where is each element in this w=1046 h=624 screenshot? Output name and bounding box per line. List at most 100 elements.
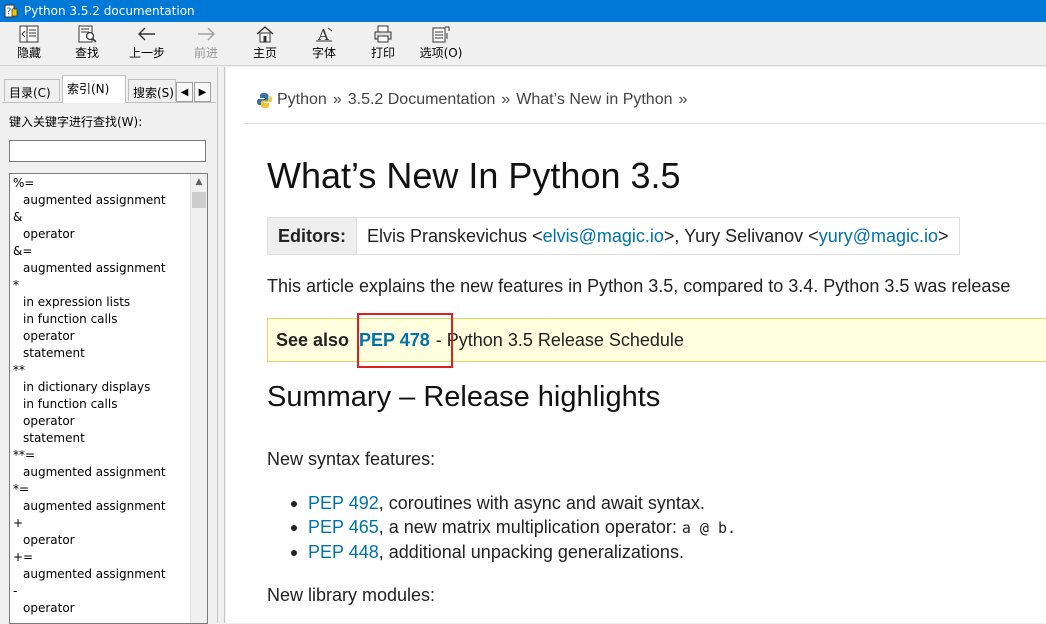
index-entry[interactable]: %= bbox=[13, 175, 207, 192]
list-item: PEP 492, coroutines with async and await… bbox=[291, 491, 736, 515]
font-label: 字体 bbox=[311, 46, 336, 60]
see-also-label: See also bbox=[276, 329, 350, 350]
index-entry[interactable]: statement bbox=[13, 345, 207, 362]
breadcrumb-documentation[interactable]: 3.5.2 Documentation bbox=[348, 91, 496, 109]
see-also-text: - Python 3.5 Release Schedule bbox=[435, 329, 684, 350]
pep-link[interactable]: PEP 448 bbox=[308, 542, 379, 562]
find-icon bbox=[77, 24, 97, 44]
home-button[interactable]: 主页 bbox=[240, 24, 290, 64]
editor-email-link[interactable]: yury@magic.io bbox=[819, 226, 938, 246]
tab-index-label: 索引(N) bbox=[67, 82, 110, 96]
pep-link[interactable]: PEP 465 bbox=[308, 517, 379, 537]
toolbar: 隐藏 查找 上一步 前进 主页 A 字体 打印 选项(O) bbox=[0, 22, 1046, 66]
pane-splitter[interactable] bbox=[219, 67, 225, 623]
scroll-up-icon[interactable]: ▲ bbox=[191, 174, 207, 191]
tab-index[interactable]: 索引(N) bbox=[62, 75, 126, 103]
list-item: PEP 448, additional unpacking generaliza… bbox=[291, 540, 736, 564]
editor-text: >, Yury Selivanov < bbox=[663, 226, 819, 246]
index-entry[interactable]: *= bbox=[13, 481, 207, 498]
index-entry[interactable]: &= bbox=[13, 243, 207, 260]
hide-label: 隐藏 bbox=[16, 46, 41, 60]
index-entry[interactable]: in function calls bbox=[13, 311, 207, 328]
forward-button[interactable]: 前进 bbox=[181, 24, 231, 64]
index-entry[interactable]: operator bbox=[13, 532, 207, 549]
breadcrumb-whats-new[interactable]: What’s New in Python bbox=[516, 91, 672, 109]
find-label: 查找 bbox=[74, 46, 99, 60]
list-item: PEP 465, a new matrix multiplication ope… bbox=[291, 515, 736, 540]
index-entry[interactable]: & bbox=[13, 209, 207, 226]
tab-search[interactable]: 搜索(S) bbox=[128, 79, 176, 101]
list-item-text: , additional unpacking generalizations. bbox=[378, 542, 684, 562]
index-entry[interactable]: in expression lists bbox=[13, 294, 207, 311]
index-entry[interactable]: augmented assignment bbox=[13, 192, 207, 209]
print-label: 打印 bbox=[370, 46, 395, 60]
index-entry[interactable]: operator bbox=[13, 413, 207, 430]
keyword-label: 键入关键字进行查找(W): bbox=[9, 115, 143, 129]
index-entry[interactable]: **= bbox=[13, 447, 207, 464]
breadcrumb-python[interactable]: Python bbox=[277, 91, 327, 109]
svg-text:?: ? bbox=[7, 7, 12, 17]
index-entry[interactable]: in function calls bbox=[13, 396, 207, 413]
index-list[interactable]: %= augmented assignment & operator &= augment… bbox=[9, 173, 208, 624]
index-entry[interactable]: ** bbox=[13, 362, 207, 379]
breadcrumb-divider bbox=[244, 123, 1046, 124]
svg-text:A: A bbox=[317, 26, 329, 43]
help-app-icon: ? bbox=[4, 4, 18, 18]
index-entry[interactable]: statement bbox=[13, 430, 207, 447]
index-entry[interactable]: + bbox=[13, 515, 207, 532]
index-entry[interactable]: += bbox=[13, 549, 207, 566]
see-also-box: See also PEP 478 - Python 3.5 Release Sc… bbox=[267, 318, 1046, 362]
hide-icon bbox=[19, 24, 39, 44]
index-entry[interactable]: augmented assignment bbox=[13, 498, 207, 515]
list-item-text: , coroutines with async and await syntax… bbox=[378, 493, 705, 513]
breadcrumb-separator: » bbox=[678, 91, 688, 108]
editors-value: Elvis Pranskevichus <elvis@magic.io>, Yu… bbox=[357, 218, 959, 254]
index-tab-panel: 键入关键字进行查找(W): %= augmented assignment & ope… bbox=[2, 102, 216, 624]
font-button[interactable]: A 字体 bbox=[299, 24, 349, 64]
index-entry[interactable]: in dictionary displays bbox=[13, 379, 207, 396]
nav-tabs: 目录(C) 索引(N) 搜索(S) ◀ ▶ bbox=[2, 75, 216, 103]
pep-link[interactable]: PEP 492 bbox=[308, 493, 379, 513]
editor-text: > bbox=[938, 226, 949, 246]
page-title: What’s New In Python 3.5 bbox=[267, 155, 681, 196]
find-button[interactable]: 查找 bbox=[62, 24, 112, 64]
tab-scroll-left-button[interactable]: ◀ bbox=[176, 82, 193, 102]
intro-paragraph: This article explains the new features i… bbox=[267, 276, 1011, 296]
tab-scroll-right-button[interactable]: ▶ bbox=[194, 82, 211, 102]
back-button[interactable]: 上一步 bbox=[122, 24, 172, 64]
options-icon bbox=[431, 24, 451, 44]
scroll-thumb[interactable] bbox=[192, 192, 206, 208]
print-button[interactable]: 打印 bbox=[358, 24, 408, 64]
font-icon: A bbox=[314, 24, 334, 44]
index-entry[interactable]: operator bbox=[13, 226, 207, 243]
home-icon bbox=[255, 24, 275, 44]
editors-label: Editors: bbox=[268, 218, 358, 254]
index-entry[interactable]: * bbox=[13, 277, 207, 294]
index-list-scrollbar[interactable]: ▲ bbox=[190, 174, 207, 623]
back-arrow-icon bbox=[137, 24, 157, 44]
index-entry[interactable]: operator bbox=[13, 328, 207, 345]
tab-search-label: 搜索(S) bbox=[133, 86, 174, 100]
python-logo-icon bbox=[256, 92, 273, 109]
new-modules-paragraph: New library modules: bbox=[267, 585, 436, 605]
breadcrumb-separator: » bbox=[332, 91, 342, 108]
home-label: 主页 bbox=[252, 46, 277, 60]
editor-email-link[interactable]: elvis@magic.io bbox=[543, 226, 664, 246]
hide-button[interactable]: 隐藏 bbox=[4, 24, 54, 64]
tab-contents[interactable]: 目录(C) bbox=[4, 79, 60, 101]
index-entry[interactable]: operator bbox=[13, 600, 207, 617]
index-entries: %= augmented assignment & operator &= augment… bbox=[10, 174, 207, 617]
index-entry[interactable]: augmented assignment bbox=[13, 566, 207, 583]
pep-478-link[interactable]: PEP 478 bbox=[359, 330, 430, 351]
index-entry[interactable]: augmented assignment bbox=[13, 464, 207, 481]
index-entry[interactable]: augmented assignment bbox=[13, 260, 207, 277]
title-bar: ? Python 3.5.2 documentation bbox=[0, 0, 1046, 22]
keyword-input[interactable] bbox=[9, 140, 206, 162]
breadcrumb: Python » 3.5.2 Documentation » What’s Ne… bbox=[256, 91, 693, 109]
code-snippet: a @ b. bbox=[681, 519, 737, 537]
window-title: Python 3.5.2 documentation bbox=[24, 4, 195, 18]
index-entry[interactable]: - bbox=[13, 583, 207, 600]
list-item-text: , a new matrix multiplication operator: bbox=[378, 517, 682, 537]
options-button[interactable]: 选项(O) bbox=[416, 24, 466, 64]
new-syntax-paragraph: New syntax features: bbox=[267, 449, 436, 469]
